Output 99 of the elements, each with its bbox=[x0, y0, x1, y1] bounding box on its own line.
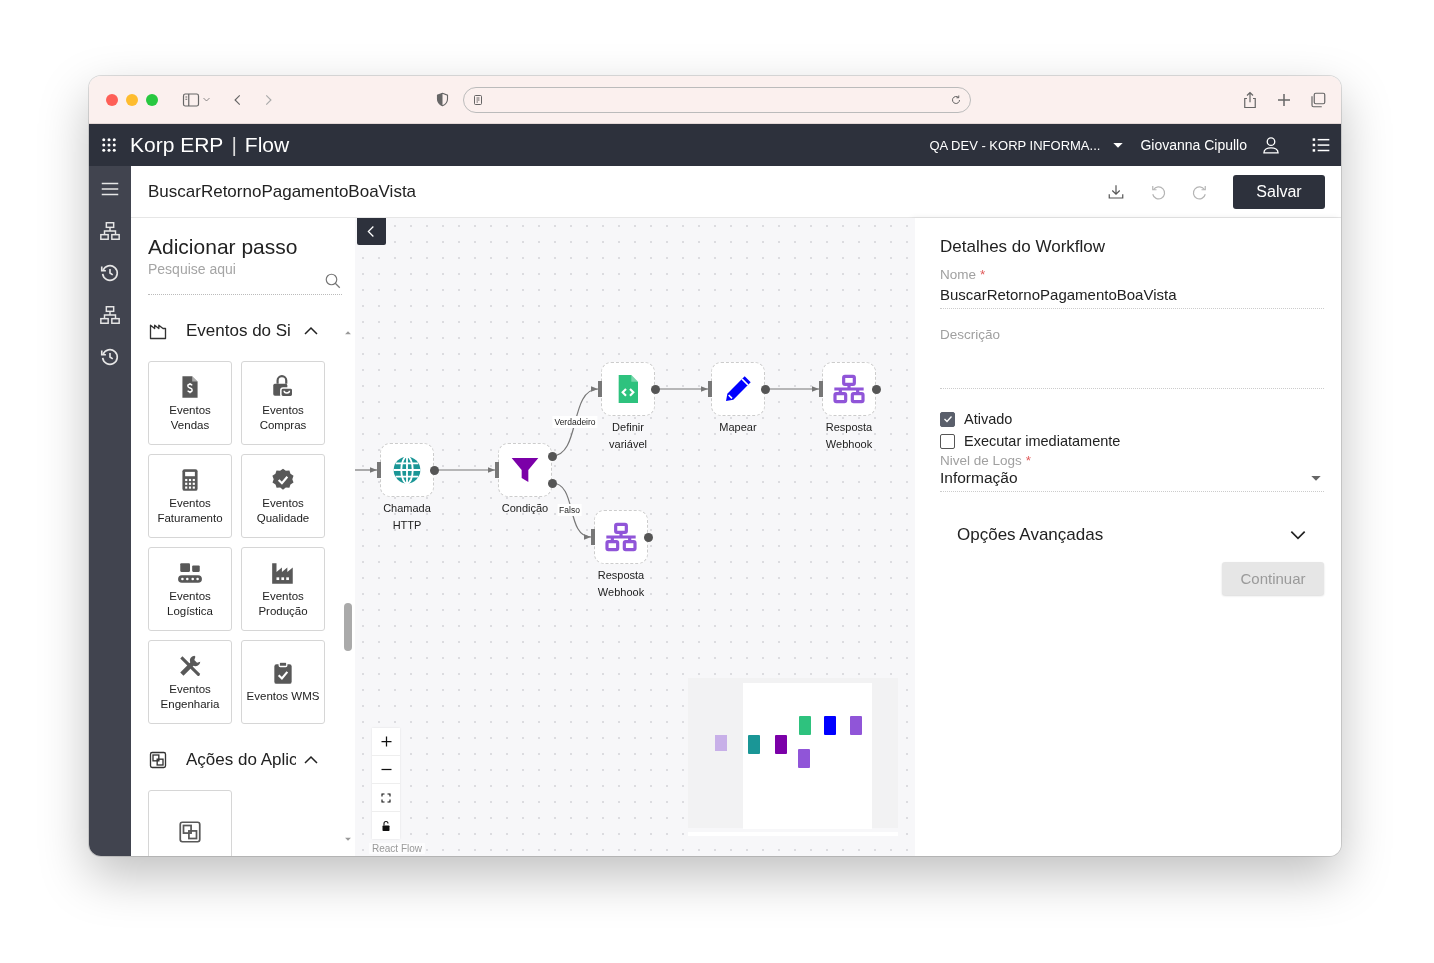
advanced-options-toggle[interactable]: Opções Avançadas bbox=[940, 522, 1324, 548]
step-label: Eventos Faturamento bbox=[156, 495, 224, 526]
fit-view-button[interactable] bbox=[372, 784, 400, 811]
fit-view-icon bbox=[380, 791, 392, 804]
step-label: Eventos Compras bbox=[258, 402, 308, 433]
node-label: Resposta Webhook bbox=[596, 568, 646, 600]
input-handle[interactable] bbox=[598, 381, 602, 397]
page-icon bbox=[472, 93, 484, 106]
brand-separator: | bbox=[231, 133, 237, 157]
sitemap-icon[interactable] bbox=[99, 220, 121, 242]
field-label: Nivel de Logs bbox=[940, 453, 1022, 468]
step-label: Eventos Qualidade bbox=[255, 495, 311, 526]
output-handle[interactable] bbox=[548, 452, 557, 461]
edge-label: Falso bbox=[557, 504, 582, 516]
output-handle[interactable] bbox=[761, 385, 770, 394]
node-label: Resposta Webhook bbox=[824, 420, 874, 452]
flow-node[interactable] bbox=[594, 510, 648, 564]
sidebar-icon[interactable] bbox=[182, 90, 200, 109]
user-icon[interactable] bbox=[1261, 135, 1281, 155]
flow-node[interactable] bbox=[498, 443, 552, 497]
flow-node[interactable] bbox=[380, 443, 434, 497]
output-handle[interactable] bbox=[644, 533, 653, 542]
input-handle[interactable] bbox=[377, 462, 381, 478]
output-handle[interactable] bbox=[548, 479, 557, 488]
collapse-button[interactable] bbox=[357, 218, 386, 245]
flow-node[interactable] bbox=[601, 362, 655, 416]
panel-title: Detalhes do Workflow bbox=[940, 237, 1107, 257]
address-field[interactable] bbox=[463, 86, 971, 113]
app-window-icon bbox=[148, 750, 168, 770]
section-header[interactable]: Eventos do Si bbox=[148, 319, 324, 343]
search-icon bbox=[324, 272, 342, 290]
zoom-in-button[interactable] bbox=[372, 728, 400, 755]
shield-icon[interactable] bbox=[435, 92, 450, 107]
history-icon[interactable] bbox=[99, 346, 121, 368]
step-card[interactable]: Eventos Qualidade bbox=[241, 454, 325, 538]
share-icon[interactable] bbox=[1241, 90, 1259, 109]
step-label: Eventos WMS bbox=[246, 689, 320, 704]
node-label: Condição bbox=[500, 501, 550, 516]
node-label: Mapear bbox=[718, 420, 758, 435]
step-card[interactable]: Eventos Faturamento bbox=[148, 454, 232, 538]
lock-button[interactable] bbox=[372, 812, 400, 839]
environment-selector[interactable]: QA DEV - KORP INFORMA... bbox=[929, 137, 1101, 153]
brand-name: Korp ERP bbox=[130, 133, 224, 157]
sitemap-icon bbox=[605, 521, 637, 553]
step-card[interactable]: Eventos Vendas bbox=[148, 361, 232, 445]
input-handle[interactable] bbox=[495, 462, 499, 478]
tabs-icon[interactable] bbox=[1309, 90, 1327, 109]
checkbox[interactable] bbox=[940, 411, 955, 427]
minimap-drawing[interactable] bbox=[688, 678, 898, 836]
field-label: Descrição bbox=[940, 327, 1001, 342]
input-handle[interactable] bbox=[591, 529, 595, 545]
save-button[interactable]: Salvar bbox=[1233, 174, 1325, 209]
step-card[interactable]: Eventos Compras bbox=[241, 361, 325, 445]
section-title: Eventos do Si bbox=[186, 321, 292, 341]
checkbox-label: Executar imediatamente bbox=[964, 433, 1121, 449]
node-label: Definir variável bbox=[608, 420, 648, 452]
required-mark: * bbox=[1025, 453, 1032, 468]
log-level-select[interactable]: Informação bbox=[940, 468, 1324, 491]
step-card[interactable]: Eventos Produção bbox=[241, 547, 325, 631]
output-handle[interactable] bbox=[872, 385, 881, 394]
step-card[interactable]: Eventos Engenharia bbox=[148, 640, 232, 724]
history-icon[interactable] bbox=[99, 262, 121, 284]
input-handle[interactable] bbox=[708, 381, 712, 397]
app-window-icon bbox=[177, 819, 203, 845]
node-label: Chamada HTTP bbox=[382, 501, 432, 533]
step-label: Eventos Logística bbox=[166, 588, 214, 619]
check-icon bbox=[941, 413, 954, 425]
input-handle[interactable] bbox=[819, 381, 823, 397]
step-label: Eventos Produção bbox=[257, 588, 309, 619]
name-input[interactable]: BuscarRetornoPagamentoBoaVista bbox=[940, 282, 1324, 308]
panel-title: Adicionar passo bbox=[148, 235, 299, 259]
apps-grid-icon[interactable] bbox=[100, 136, 118, 154]
module-name: Flow bbox=[244, 133, 290, 157]
globe-icon bbox=[391, 454, 423, 486]
flow-node[interactable] bbox=[711, 362, 765, 416]
download-icon[interactable] bbox=[1107, 182, 1125, 201]
step-label: Eventos Engenharia bbox=[159, 681, 221, 712]
checkbox[interactable] bbox=[940, 433, 955, 449]
step-card[interactable]: Eventos WMS bbox=[241, 640, 325, 724]
list-icon[interactable] bbox=[1311, 135, 1331, 155]
sitemap-icon[interactable] bbox=[99, 304, 121, 326]
field-label: Nome bbox=[940, 267, 976, 282]
sitemap-icon bbox=[833, 373, 865, 405]
checkbox-label: Ativado bbox=[964, 411, 1013, 427]
flow-node[interactable] bbox=[822, 362, 876, 416]
output-handle[interactable] bbox=[430, 466, 439, 475]
workflow-title: BuscarRetornoPagamentoBoaVista bbox=[148, 181, 417, 202]
scrollbar-thumb[interactable] bbox=[344, 603, 352, 651]
reload-icon[interactable] bbox=[950, 93, 962, 106]
edge-line bbox=[355, 467, 378, 473]
window-control-icon[interactable] bbox=[106, 93, 118, 106]
step-label: Eventos Vendas bbox=[168, 402, 212, 433]
edge-label: Verdadeiro bbox=[552, 415, 598, 428]
lock-icon bbox=[380, 819, 392, 832]
required-mark: * bbox=[980, 267, 986, 282]
step-card[interactable] bbox=[148, 790, 232, 856]
user-name[interactable]: Giovanna Cipullo bbox=[1140, 137, 1247, 153]
step-card[interactable]: Eventos Logística bbox=[148, 547, 232, 631]
output-handle[interactable] bbox=[651, 385, 660, 394]
